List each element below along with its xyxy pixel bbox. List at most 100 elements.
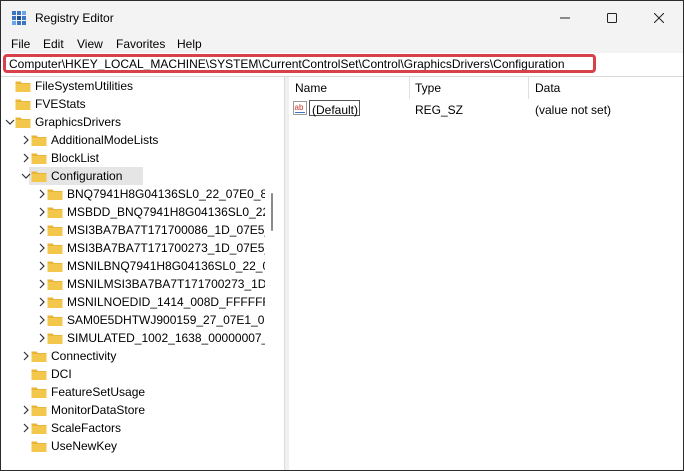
tree-node[interactable]: MSNILNOEDID_1414_008D_FFFFFFFF_	[1, 293, 265, 311]
tree-node[interactable]: MSI3BA7BA7T171700273_1D_07E5_EC	[1, 239, 265, 257]
column-separator[interactable]	[528, 77, 529, 99]
folder-icon	[31, 441, 47, 452]
minimize-button[interactable]	[542, 1, 588, 35]
values-list-pane[interactable]: Name Type Data ab (Default) REG_SZ (valu…	[289, 77, 683, 470]
chevron-right-icon[interactable]	[21, 405, 31, 415]
tree-node-label: FeatureSetUsage	[51, 385, 146, 399]
string-value-icon: ab	[293, 101, 307, 115]
tree-node[interactable]: SIMULATED_1002_1638_00000007_000	[1, 329, 265, 347]
chevron-right-icon[interactable]	[21, 135, 31, 145]
value-data: (value not set)	[535, 103, 612, 117]
column-separator[interactable]	[409, 77, 410, 99]
chevron-down-icon[interactable]	[21, 171, 31, 181]
menu-edit[interactable]: Edit	[43, 37, 64, 51]
folder-icon	[31, 171, 47, 182]
menu-bar: File Edit View Favorites Help	[1, 35, 683, 53]
folder-icon	[31, 423, 47, 434]
column-header-type[interactable]: Type	[415, 81, 441, 95]
folder-icon	[47, 207, 63, 218]
folder-icon	[15, 99, 31, 110]
tree-node[interactable]: SAM0E5DHTWJ900159_27_07E1_0B^B	[1, 311, 265, 329]
folder-icon	[47, 333, 63, 344]
chevron-down-icon[interactable]	[5, 117, 15, 127]
folder-icon	[47, 279, 63, 290]
chevron-right-icon[interactable]	[37, 207, 47, 217]
folder-icon	[47, 297, 63, 308]
chevron-right-icon[interactable]	[37, 297, 47, 307]
tree-node[interactable]: BlockList	[1, 149, 265, 167]
tree-node[interactable]: MSNILBNQ7941H8G04136SL0_22_07E	[1, 257, 265, 275]
column-header-data[interactable]: Data	[535, 81, 560, 95]
folder-icon	[31, 351, 47, 362]
folder-icon	[47, 315, 63, 326]
folder-icon	[47, 189, 63, 200]
maximize-icon	[607, 13, 617, 23]
close-button[interactable]	[636, 1, 682, 35]
tree-scrollbar[interactable]	[265, 77, 273, 470]
menu-favorites[interactable]: Favorites	[116, 37, 165, 51]
chevron-right-icon[interactable]	[37, 333, 47, 343]
key-tree-pane[interactable]: FileSystemUtilities FVEStats GraphicsDrive…	[1, 77, 265, 470]
chevron-right-icon[interactable]	[37, 315, 47, 325]
tree-node[interactable]: ScaleFactors	[1, 419, 265, 437]
tree-node-label: Configuration	[51, 169, 123, 183]
minimize-icon	[560, 17, 570, 19]
folder-icon	[15, 81, 31, 92]
tree-node-label: UseNewKey	[51, 439, 118, 453]
tree-node-label: MSI3BA7BA7T171700086_1D_07E5_A6	[67, 223, 265, 237]
chevron-right-icon[interactable]	[21, 351, 31, 361]
folder-icon	[31, 405, 47, 416]
menu-view[interactable]: View	[77, 37, 103, 51]
folder-icon	[31, 369, 47, 380]
tree-scrollbar-thumb[interactable]	[271, 193, 273, 231]
registry-editor-icon	[12, 11, 26, 25]
chevron-right-icon[interactable]	[37, 189, 47, 199]
tree-node[interactable]: GraphicsDrivers	[1, 113, 265, 131]
folder-icon	[31, 153, 47, 164]
chevron-right-icon[interactable]	[37, 279, 47, 289]
tree-node[interactable]: BNQ7941H8G04136SL0_22_07E0_8C^7	[1, 185, 265, 203]
chevron-right-icon[interactable]	[37, 225, 47, 235]
chevron-right-icon[interactable]	[37, 261, 47, 271]
svg-text:ab: ab	[295, 103, 304, 112]
tree-node[interactable]: MSNILMSI3BA7BA7T171700273_1D_07	[1, 275, 265, 293]
tree-node[interactable]: UseNewKey	[1, 437, 265, 455]
tree-node-label: BlockList	[51, 151, 100, 165]
chevron-right-icon[interactable]	[21, 423, 31, 433]
tree-node-label: MSNILBNQ7941H8G04136SL0_22_07E	[67, 259, 265, 273]
registry-editor-window: Registry Editor File Edit View Favorites…	[0, 0, 684, 471]
tree-node[interactable]: MSBDD_BNQ7941H8G04136SL0_22_07	[1, 203, 265, 221]
tree-node-label: FileSystemUtilities	[35, 79, 134, 93]
column-header-name[interactable]: Name	[295, 81, 327, 95]
menu-help[interactable]: Help	[177, 37, 202, 51]
value-type: REG_SZ	[415, 103, 464, 117]
value-name: (Default)	[312, 103, 359, 117]
tree-node-label: DCI	[51, 367, 72, 381]
menu-file[interactable]: File	[11, 37, 30, 51]
tree-node-label: MSI3BA7BA7T171700273_1D_07E5_EC	[67, 241, 265, 255]
folder-icon	[47, 243, 63, 254]
tree-node[interactable]: Connectivity	[1, 347, 265, 365]
tree-node[interactable]: Configuration	[1, 167, 265, 185]
tree-node[interactable]: DCI	[1, 365, 265, 383]
tree-node[interactable]: AdditionalModeLists	[1, 131, 265, 149]
tree-node[interactable]: MonitorDataStore	[1, 401, 265, 419]
tree-node-label: ScaleFactors	[51, 421, 122, 435]
chevron-right-icon[interactable]	[21, 153, 31, 163]
tree-node-label: FVEStats	[35, 97, 86, 111]
close-icon	[654, 13, 664, 23]
window-title: Registry Editor	[35, 11, 114, 25]
tree-node-label: MSBDD_BNQ7941H8G04136SL0_22_07	[67, 205, 265, 219]
folder-icon	[31, 387, 47, 398]
tree-node[interactable]: FileSystemUtilities	[1, 77, 265, 95]
tree-node[interactable]: FVEStats	[1, 95, 265, 113]
maximize-button[interactable]	[589, 1, 635, 35]
tree-node[interactable]: MSI3BA7BA7T171700086_1D_07E5_A6	[1, 221, 265, 239]
tree-node-label: MSNILMSI3BA7BA7T171700273_1D_07	[67, 277, 265, 291]
folder-icon	[47, 261, 63, 272]
folder-icon	[47, 225, 63, 236]
title-bar[interactable]: Registry Editor	[1, 1, 683, 35]
tree-node[interactable]: FeatureSetUsage	[1, 383, 265, 401]
tree-node-label: SIMULATED_1002_1638_00000007_000	[67, 331, 265, 345]
chevron-right-icon[interactable]	[37, 243, 47, 253]
